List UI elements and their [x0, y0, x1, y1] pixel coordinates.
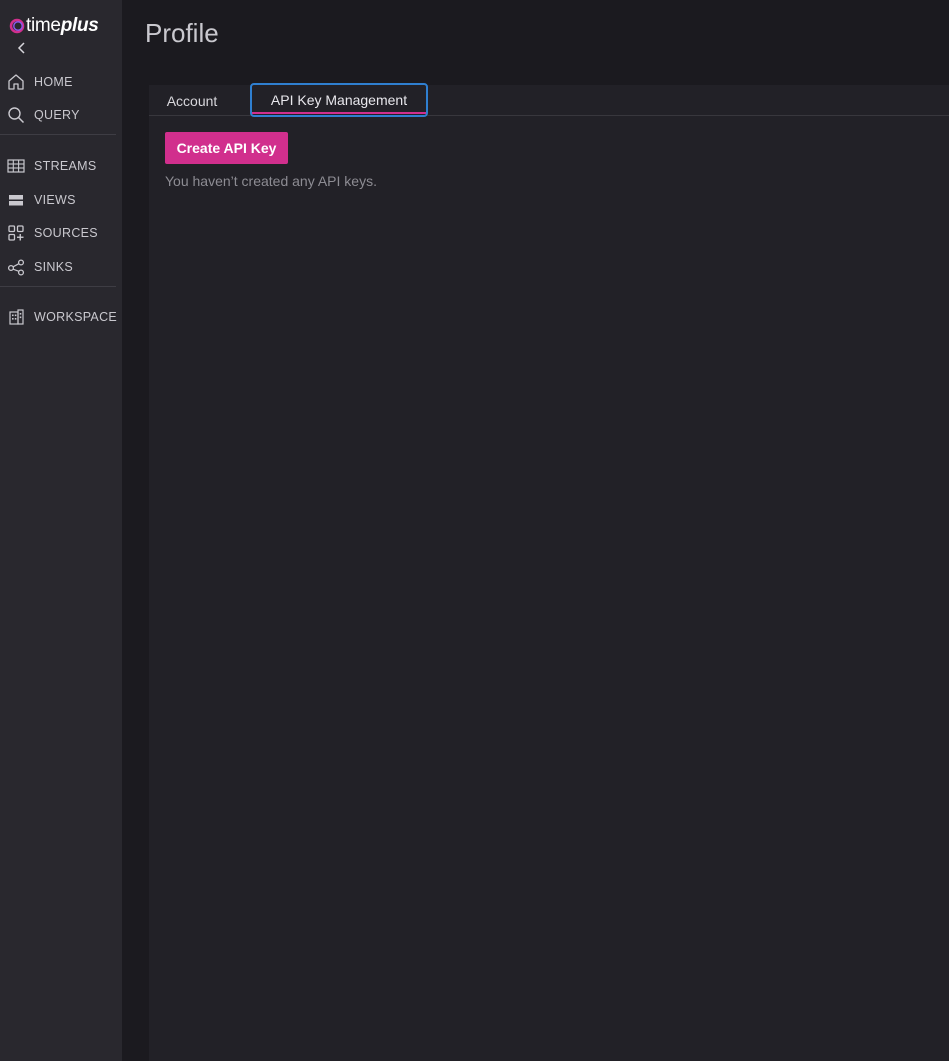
sidebar-divider	[0, 134, 116, 135]
sidebar: timeplus HOME QUERY STREAMS VIEWS SOURCE…	[0, 0, 122, 1061]
sidebar-item-sources[interactable]: SOURCES	[0, 218, 116, 248]
search-icon	[7, 106, 25, 124]
tab-api-key-management[interactable]: API Key Management	[250, 83, 428, 117]
sidebar-item-workspace[interactable]: WORKSPACE	[0, 302, 118, 332]
sidebar-divider	[0, 286, 116, 287]
sidebar-item-streams[interactable]: STREAMS	[0, 151, 116, 181]
create-api-key-button[interactable]: Create API Key	[165, 132, 288, 164]
sidebar-item-label: VIEWS	[34, 193, 76, 207]
sidebar-item-label: STREAMS	[34, 159, 97, 173]
sidebar-item-home[interactable]: HOME	[0, 67, 116, 97]
share-nodes-icon	[7, 258, 25, 276]
sidebar-item-sinks[interactable]: SINKS	[0, 252, 116, 282]
page-title: Profile	[145, 18, 219, 48]
profile-card: Account API Key Management Create API Ke…	[149, 83, 949, 1061]
sidebar-item-label: QUERY	[34, 108, 80, 122]
home-icon	[7, 73, 25, 91]
chevron-left-icon	[17, 42, 25, 54]
empty-state-message: You haven’t created any API keys.	[165, 173, 377, 189]
timeplus-logo-icon	[9, 18, 25, 34]
sidebar-item-label: HOME	[34, 75, 73, 89]
add-blocks-icon	[7, 224, 25, 242]
stacked-layers-icon	[7, 191, 25, 209]
sidebar-item-views[interactable]: VIEWS	[0, 185, 116, 215]
sidebar-collapse-button[interactable]	[13, 38, 31, 58]
table-grid-icon	[7, 157, 25, 175]
sidebar-item-label: SINKS	[34, 260, 74, 274]
sidebar-item-query[interactable]: QUERY	[0, 100, 116, 130]
building-icon	[7, 308, 25, 326]
tab-account[interactable]: Account	[149, 85, 235, 116]
app-root: timeplus HOME QUERY STREAMS VIEWS SOURCE…	[0, 0, 949, 1061]
logo-wordmark: timeplus	[26, 15, 99, 36]
tab-label: API Key Management	[270, 92, 408, 108]
brand-logo[interactable]: timeplus	[9, 14, 99, 38]
sidebar-item-label: SOURCES	[34, 226, 98, 240]
active-tab-indicator	[252, 112, 426, 114]
sidebar-item-label: WORKSPACE	[34, 310, 118, 324]
tabs-bar: Account API Key Management	[149, 83, 949, 117]
